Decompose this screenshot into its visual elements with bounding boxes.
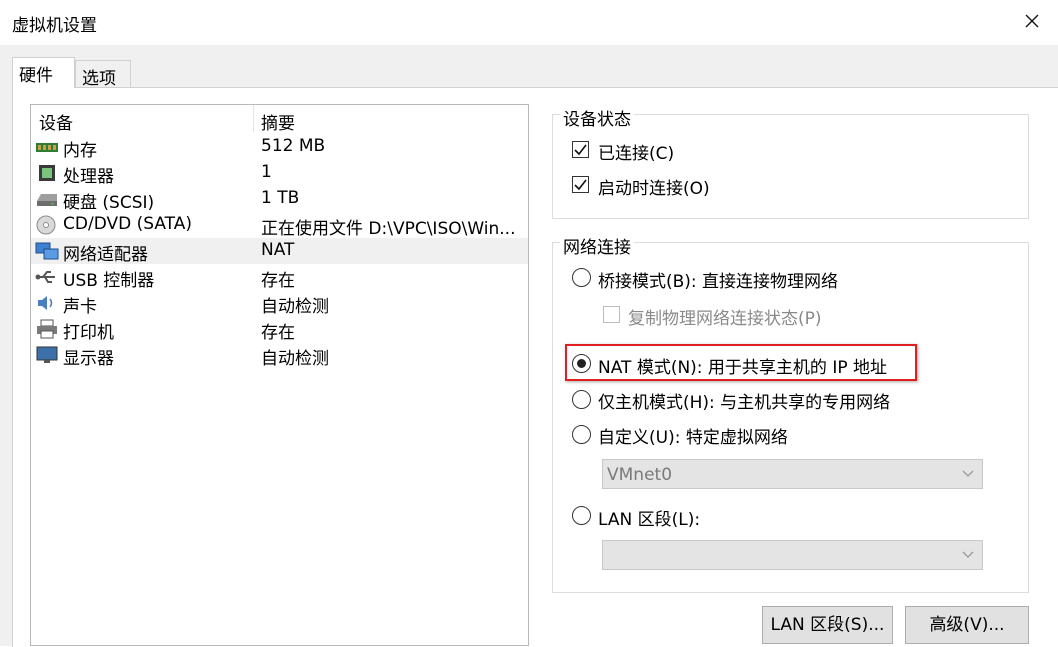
device-row-display[interactable]: 显示器 自动检测 bbox=[31, 342, 528, 369]
usb-icon bbox=[35, 271, 55, 283]
device-row-processor[interactable]: 处理器 1 bbox=[31, 160, 528, 187]
checkmark-icon bbox=[574, 144, 587, 156]
device-summary: 512 MB bbox=[261, 136, 326, 156]
advanced-button[interactable]: 高级(V)... bbox=[905, 606, 1029, 644]
replicate-state-label[interactable]: 复制物理网络连接状态(P) bbox=[628, 304, 822, 329]
device-name: 显示器 bbox=[63, 349, 114, 369]
device-name: 声卡 bbox=[63, 297, 97, 317]
device-name: 内存 bbox=[63, 141, 97, 161]
cd-dvd-icon bbox=[36, 215, 56, 235]
device-name: 网络适配器 bbox=[63, 245, 148, 265]
custom-network-dropdown[interactable]: VMnet0 bbox=[602, 459, 983, 489]
highlight-box bbox=[565, 344, 917, 381]
device-summary: 自动检测 bbox=[261, 349, 329, 369]
device-summary: 自动检测 bbox=[261, 297, 329, 317]
device-summary: 1 bbox=[261, 162, 272, 182]
device-row-network-adapter[interactable]: 网络适配器 NAT bbox=[31, 238, 528, 265]
chevron-down-icon bbox=[962, 470, 974, 477]
window-title: 虚拟机设置 bbox=[12, 16, 97, 36]
device-name: USB 控制器 bbox=[63, 271, 155, 291]
title-bar: 虚拟机设置 bbox=[0, 0, 1058, 45]
column-divider[interactable] bbox=[253, 105, 254, 132]
network-adapter-icon bbox=[35, 242, 59, 260]
bridged-radio[interactable] bbox=[572, 268, 591, 287]
tab-options[interactable]: 选项 bbox=[75, 60, 131, 89]
connect-at-power-on-label[interactable]: 启动时连接(O) bbox=[598, 174, 710, 199]
lan-segment-radio[interactable] bbox=[572, 506, 591, 525]
device-name: 处理器 bbox=[63, 167, 114, 187]
bridged-label[interactable]: 桥接模式(B): 直接连接物理网络 bbox=[598, 267, 838, 292]
device-summary: 存在 bbox=[261, 271, 295, 291]
column-header-device[interactable]: 设备 bbox=[39, 109, 73, 134]
device-summary: NAT bbox=[261, 240, 295, 260]
processor-icon bbox=[39, 165, 55, 181]
checkmark-icon bbox=[574, 179, 587, 191]
device-name: CD/DVD (SATA) bbox=[63, 214, 192, 234]
device-row-usb[interactable]: USB 控制器 存在 bbox=[31, 264, 528, 291]
device-summary: 1 TB bbox=[261, 188, 300, 208]
printer-icon bbox=[37, 319, 57, 339]
sound-card-icon bbox=[38, 296, 53, 310]
device-list[interactable]: 设备 摘要 内存 512 MB 处理器 1 硬盘 (SCSI) 1 TB CD/… bbox=[30, 104, 529, 646]
close-icon[interactable] bbox=[1020, 9, 1044, 33]
device-summary: 存在 bbox=[261, 323, 295, 343]
device-name: 硬盘 (SCSI) bbox=[63, 193, 155, 213]
hard-disk-icon bbox=[37, 194, 57, 206]
device-row-memory[interactable]: 内存 512 MB bbox=[31, 134, 528, 161]
custom-label[interactable]: 自定义(U): 特定虚拟网络 bbox=[598, 423, 788, 448]
device-row-sound-card[interactable]: 声卡 自动检测 bbox=[31, 290, 528, 317]
column-header-summary[interactable]: 摘要 bbox=[261, 109, 295, 134]
display-icon bbox=[36, 346, 58, 363]
chevron-down-icon bbox=[962, 551, 974, 558]
tab-hardware[interactable]: 硬件 bbox=[12, 57, 75, 88]
lan-segments-button[interactable]: LAN 区段(S)... bbox=[762, 606, 893, 644]
lan-segment-dropdown[interactable] bbox=[602, 540, 983, 570]
custom-network-value: VMnet0 bbox=[607, 465, 673, 485]
connected-checkbox[interactable] bbox=[572, 141, 589, 158]
device-status-title: 设备状态 bbox=[560, 105, 634, 130]
lan-segment-label[interactable]: LAN 区段(L): bbox=[598, 505, 700, 530]
network-connection-title: 网络连接 bbox=[560, 233, 634, 258]
connect-at-power-on-checkbox[interactable] bbox=[572, 176, 589, 193]
custom-radio[interactable] bbox=[572, 425, 591, 444]
replicate-state-checkbox[interactable] bbox=[603, 306, 620, 323]
device-name: 打印机 bbox=[63, 323, 114, 343]
device-row-hard-disk[interactable]: 硬盘 (SCSI) 1 TB bbox=[31, 186, 528, 213]
device-list-header: 设备 摘要 bbox=[31, 105, 528, 134]
connected-label[interactable]: 已连接(C) bbox=[598, 139, 674, 164]
device-row-cd-dvd[interactable]: CD/DVD (SATA) 正在使用文件 D:\VPC\ISO\Win... bbox=[31, 212, 528, 239]
host-only-label[interactable]: 仅主机模式(H): 与主机共享的专用网络 bbox=[598, 388, 890, 413]
host-only-radio[interactable] bbox=[572, 390, 591, 409]
device-summary: 正在使用文件 D:\VPC\ISO\Win... bbox=[261, 219, 516, 239]
memory-icon bbox=[36, 143, 58, 152]
device-row-printer[interactable]: 打印机 存在 bbox=[31, 316, 528, 343]
